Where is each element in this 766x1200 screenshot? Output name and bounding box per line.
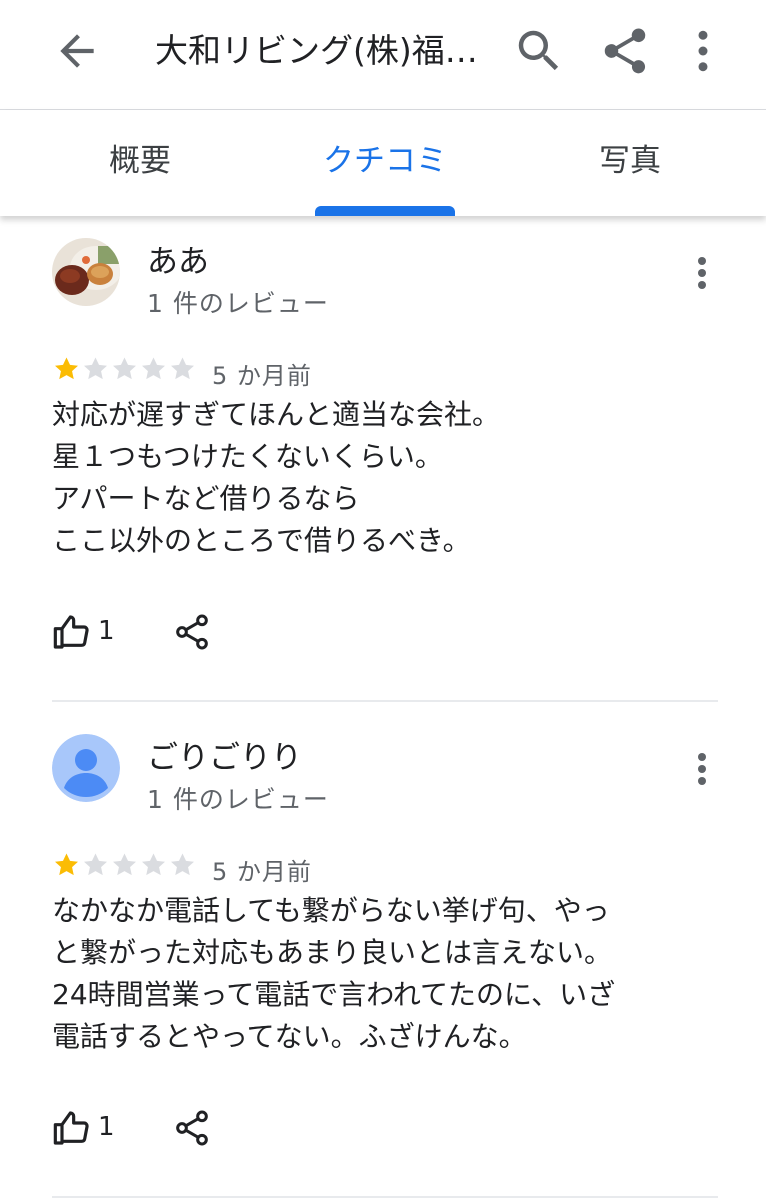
place-title: 大和リビング(株)福… <box>155 31 478 70</box>
reviewer-avatar[interactable] <box>52 734 120 802</box>
more-vert-icon[interactable] <box>676 24 730 78</box>
review-age: 5 か月前 <box>212 362 312 390</box>
star-empty-icon <box>142 357 165 380</box>
tab-bar: 概要 クチコミ 写真 <box>0 110 766 216</box>
tab-photos[interactable]: 写真 <box>530 110 730 216</box>
star-empty-icon <box>171 357 194 380</box>
tab-overview[interactable]: 概要 <box>40 110 240 216</box>
star-empty-icon <box>113 357 136 380</box>
arrow-back-icon[interactable] <box>52 26 102 76</box>
like-count: 1 <box>98 616 115 646</box>
star-empty-icon <box>171 853 194 876</box>
app-bar: 大和リビング(株)福… <box>0 0 766 110</box>
star-empty-icon <box>84 357 107 380</box>
star-filled-icon <box>55 853 78 876</box>
reviewer-review-count: 1 件のレビュー <box>147 785 329 814</box>
share-icon[interactable] <box>598 24 652 78</box>
reviewer-avatar[interactable] <box>52 238 120 306</box>
star-rating <box>52 354 202 386</box>
star-empty-icon <box>113 853 136 876</box>
star-empty-icon <box>84 853 107 876</box>
more-vert-icon[interactable] <box>684 740 720 800</box>
star-empty-icon <box>142 853 165 876</box>
star-filled-icon <box>55 357 78 380</box>
like-count: 1 <box>98 1112 115 1142</box>
star-rating <box>52 850 202 882</box>
review-age: 5 か月前 <box>212 858 312 886</box>
share-icon[interactable] <box>172 1108 212 1148</box>
reviewer-review-count: 1 件のレビュー <box>147 289 329 318</box>
more-vert-icon[interactable] <box>684 244 720 304</box>
review-divider <box>52 1196 718 1198</box>
share-icon[interactable] <box>172 612 212 652</box>
selected-tab-indicator <box>315 206 455 216</box>
reviewer-name[interactable]: ごりごりり <box>147 732 302 777</box>
review-text: なかなか電話しても繋がらない挙げ句、やっ と繋がった対応もあまり良いとは言えない… <box>52 894 616 1053</box>
tab-reviews[interactable]: クチコミ <box>285 110 485 216</box>
review-text: 対応が遅すぎてほんと適当な会社。 星１つもつけたくないくらい。 アパートなど借り… <box>52 398 501 557</box>
thumb-up-icon[interactable] <box>52 1108 92 1148</box>
thumb-up-icon[interactable] <box>52 612 92 652</box>
search-icon[interactable] <box>512 24 566 78</box>
reviewer-name[interactable]: ああ <box>147 236 209 281</box>
review-divider <box>52 700 718 702</box>
